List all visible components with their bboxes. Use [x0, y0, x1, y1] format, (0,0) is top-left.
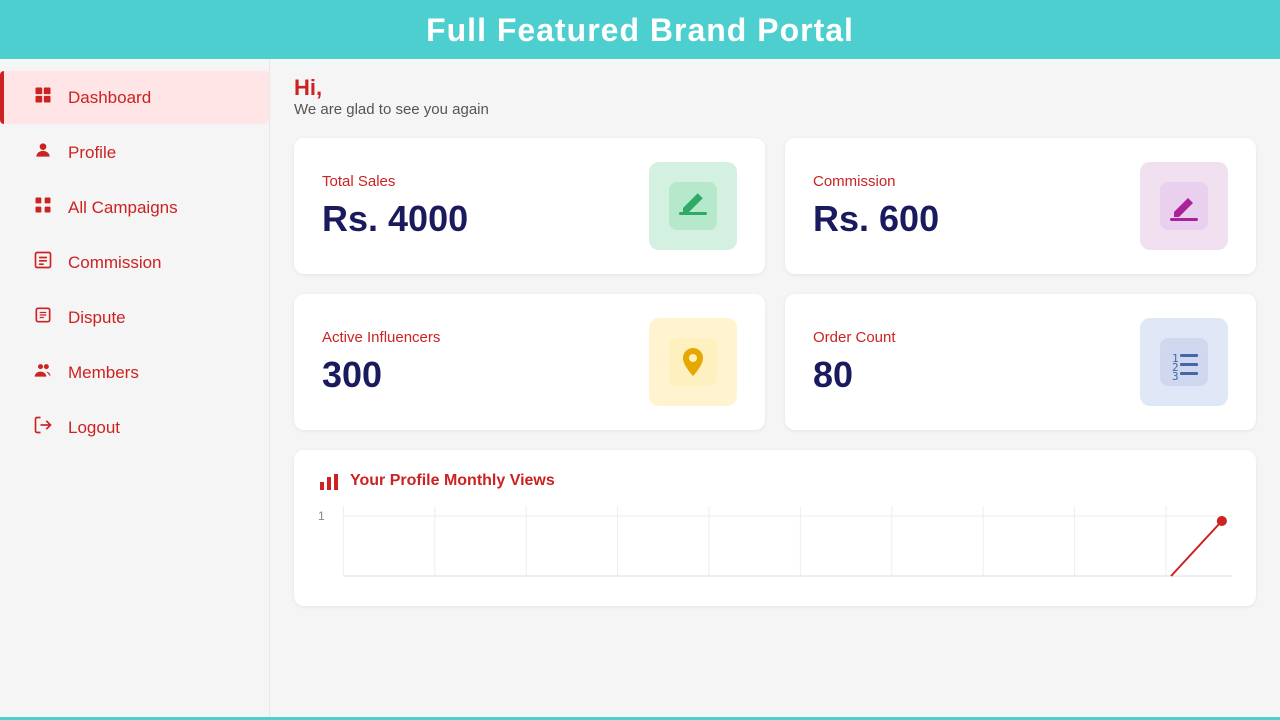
greeting-hi: Hi, [294, 75, 1256, 101]
sidebar-label-logout: Logout [68, 418, 120, 438]
edit-purple-icon [1160, 182, 1208, 230]
commission-info: Commission Rs. 600 [813, 173, 939, 240]
logout-icon [32, 415, 54, 440]
commission-label: Commission [813, 173, 939, 190]
chart-card: Your Profile Monthly Views 1 [294, 450, 1256, 606]
sidebar-item-dispute[interactable]: Dispute [0, 291, 269, 344]
location-icon [669, 338, 717, 386]
app-title-text: Full Featured Brand Portal [426, 12, 854, 48]
active-influencers-icon-box [649, 318, 737, 406]
sidebar-item-logout[interactable]: Logout [0, 401, 269, 454]
stats-row-1: Total Sales Rs. 4000 Commission Rs. 60 [294, 138, 1256, 274]
chart-area: 1 [318, 506, 1232, 586]
campaigns-icon [32, 195, 54, 220]
dashboard-icon [32, 85, 54, 110]
active-influencers-card: Active Influencers 300 [294, 294, 765, 430]
greeting-sub: We are glad to see you again [294, 101, 1256, 118]
svg-text:3: 3 [1172, 370, 1179, 383]
sidebar-label-commission: Commission [68, 253, 162, 273]
order-count-label: Order Count [813, 329, 896, 346]
app-title: Full Featured Brand Portal [0, 0, 1280, 59]
sidebar-item-profile[interactable]: Profile [0, 126, 269, 179]
chart-bar-icon [318, 470, 340, 492]
sidebar-item-members[interactable]: Members [0, 346, 269, 399]
order-count-card: Order Count 80 1 2 3 [785, 294, 1256, 430]
members-icon [32, 360, 54, 385]
total-sales-info: Total Sales Rs. 4000 [322, 173, 468, 240]
sidebar-label-dashboard: Dashboard [68, 88, 151, 108]
sidebar-label-members: Members [68, 363, 139, 383]
chart-svg: 1 [318, 506, 1232, 586]
list-icon: 1 2 3 [1160, 338, 1208, 386]
svg-text:1: 1 [318, 509, 325, 523]
sidebar-label-all-campaigns: All Campaigns [68, 198, 178, 218]
order-count-icon-box: 1 2 3 [1140, 318, 1228, 406]
sidebar-label-dispute: Dispute [68, 308, 126, 328]
chart-title-row: Your Profile Monthly Views [318, 470, 1232, 492]
sidebar-item-commission[interactable]: Commission [0, 236, 269, 289]
dispute-icon [32, 305, 54, 330]
sidebar-label-profile: Profile [68, 143, 116, 163]
total-sales-card: Total Sales Rs. 4000 [294, 138, 765, 274]
commission-card: Commission Rs. 600 [785, 138, 1256, 274]
commission-icon-box [1140, 162, 1228, 250]
total-sales-icon-box [649, 162, 737, 250]
total-sales-label: Total Sales [322, 173, 468, 190]
total-sales-value: Rs. 4000 [322, 198, 468, 240]
active-influencers-label: Active Influencers [322, 329, 440, 346]
sidebar-item-dashboard[interactable]: Dashboard [0, 71, 269, 124]
order-count-value: 80 [813, 354, 896, 396]
chart-title: Your Profile Monthly Views [350, 472, 555, 490]
commission-icon [32, 250, 54, 275]
profile-icon [32, 140, 54, 165]
order-count-info: Order Count 80 [813, 329, 896, 396]
stats-row-2: Active Influencers 300 Order Count 80 [294, 294, 1256, 430]
active-influencers-info: Active Influencers 300 [322, 329, 440, 396]
sidebar-item-all-campaigns[interactable]: All Campaigns [0, 181, 269, 234]
commission-value: Rs. 600 [813, 198, 939, 240]
edit-green-icon [669, 182, 717, 230]
sidebar: Dashboard Profile All Campaigns Commissi… [0, 59, 270, 717]
active-influencers-value: 300 [322, 354, 440, 396]
main-content: Hi, We are glad to see you again Total S… [270, 59, 1280, 717]
